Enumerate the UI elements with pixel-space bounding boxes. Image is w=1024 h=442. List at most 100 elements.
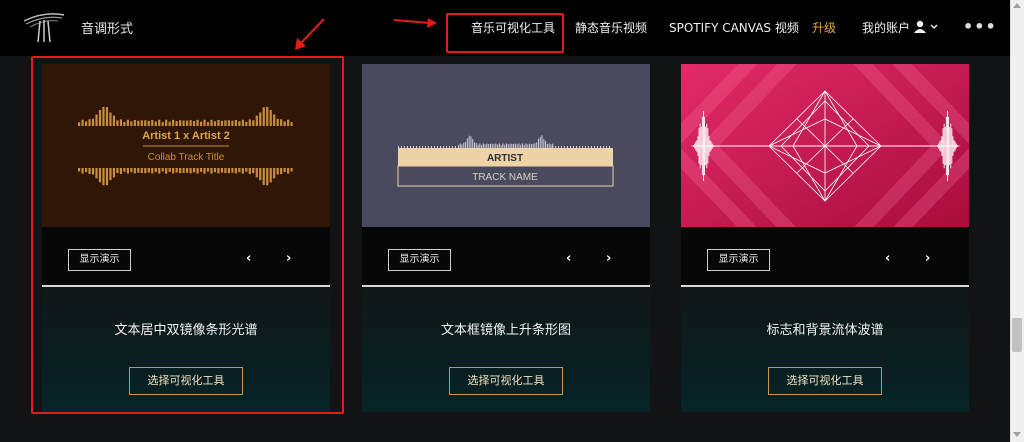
card-title: 文本框镜像上升条形图 — [440, 323, 571, 338]
select-visualizer-button[interactable]: 选择可视化工具 — [768, 367, 882, 395]
spectrum-bar — [484, 144, 486, 148]
spectrum-bar — [440, 146, 441, 148]
spectrum-bar — [534, 143, 536, 148]
spectrum-bar — [538, 138, 539, 148]
next-arrow-icon[interactable]: › — [925, 251, 930, 266]
spectrum-bar — [407, 146, 408, 148]
waveform-bar — [950, 123, 952, 169]
spectrum-bar — [509, 143, 511, 148]
spectrum-bar — [603, 146, 604, 148]
logo-icon[interactable] — [22, 9, 66, 43]
spectrum-bar — [513, 143, 515, 148]
spectrum-bar — [525, 143, 527, 148]
spectrum-bar — [482, 143, 484, 148]
spectrum-bar — [536, 142, 538, 148]
spectrum-bar — [443, 146, 444, 148]
show-demo-button[interactable]: 显示演示 — [707, 249, 770, 271]
waveform-bar — [708, 136, 710, 156]
prev-arrow-icon[interactable]: ‹ — [566, 251, 571, 266]
waveform-bar — [940, 140, 942, 152]
spectrum-bar — [522, 143, 523, 148]
waveform-bar — [697, 136, 699, 156]
spectrum-bar — [543, 139, 545, 148]
spectrum-bar — [518, 143, 520, 148]
brand-name[interactable]: 音调形式 — [81, 18, 133, 37]
page: 音调形式 音乐可视化工具 静态音乐视频 SPOTIFY CANVAS 视频 升级… — [0, 0, 1024, 442]
nav-my-account[interactable]: 我的账户 — [862, 19, 910, 36]
spectrum-bar — [449, 146, 450, 148]
spectrum-bar — [461, 144, 463, 148]
spectrum-bar — [532, 143, 534, 148]
spectrum-bar — [511, 143, 513, 148]
spectrum-bar — [504, 144, 506, 148]
spectrum-bar — [468, 135, 470, 148]
spectrum-bar — [466, 138, 468, 148]
waveform-bar — [709, 140, 711, 152]
scrollbar-thumb[interactable] — [1012, 318, 1022, 352]
spectrum-bar — [475, 143, 477, 148]
scroll-down-arrow-icon[interactable] — [1013, 432, 1021, 437]
spectrum-bar — [446, 146, 447, 148]
card-preview[interactable] — [681, 64, 969, 227]
waveform-bar — [937, 145, 938, 147]
spectrum-bar — [529, 143, 531, 148]
spectrum-bar — [410, 146, 411, 148]
waveform-bar — [949, 126, 951, 166]
select-visualizer-button[interactable]: 选择可视化工具 — [449, 367, 563, 395]
next-arrow-icon[interactable]: › — [606, 251, 611, 266]
nav-static-music-video[interactable]: 静态音乐视频 — [575, 19, 647, 36]
card-controls: 显示演示 ‹ › — [362, 227, 650, 285]
spectrum-bar — [561, 146, 562, 148]
spectrum-bar — [555, 146, 556, 148]
nav-spotify-canvas[interactable]: SPOTIFY CANVAS 视频 — [669, 19, 799, 36]
spectrum-bar — [573, 146, 574, 148]
waveform-bar — [699, 123, 701, 169]
highlight-box-nav — [446, 13, 564, 53]
card-body: 文本框镜像上升条形图 选择可视化工具 — [362, 287, 650, 412]
waveform-bar — [948, 116, 949, 176]
show-demo-button[interactable]: 显示演示 — [388, 249, 451, 271]
spectrum-bar — [422, 146, 423, 148]
spectrum-bar — [419, 146, 420, 148]
prev-arrow-icon[interactable]: ‹ — [885, 251, 890, 266]
spectrum-bar — [514, 143, 516, 148]
spectrum-bar — [597, 146, 598, 148]
spectrum-bar — [516, 144, 518, 148]
waveform-bar — [694, 143, 696, 149]
spectrum-bar — [490, 143, 491, 148]
waveform-bar — [947, 111, 948, 181]
spectrum-preview-image: ARTIST TRACK NAME — [397, 135, 614, 187]
waveform-bar — [955, 143, 957, 149]
card-body: 标志和背景流体波谱 选择可视化工具 — [681, 287, 969, 412]
card-preview[interactable]: ARTIST TRACK NAME — [362, 64, 650, 227]
waveform-bar — [695, 141, 697, 151]
user-icon[interactable] — [914, 20, 938, 34]
more-menu-icon[interactable]: ••• — [963, 17, 997, 36]
card-title: 标志和背景流体波谱 — [766, 323, 884, 338]
spectrum-bar — [486, 143, 488, 148]
waveform-bar — [942, 128, 944, 164]
spectrum-bar — [474, 142, 475, 148]
spectrum-bar — [576, 146, 577, 148]
scrollbar-track[interactable] — [1010, 0, 1024, 442]
spectrum-bar — [455, 146, 456, 148]
spectrum-bar — [567, 146, 568, 148]
spectrum-bar — [416, 146, 417, 148]
annotation-arrow-right-icon — [393, 18, 437, 28]
waveform-bar — [944, 126, 946, 166]
nav-upgrade[interactable]: 升级 — [812, 19, 836, 36]
spectrum-bar — [463, 142, 465, 148]
spectrum-bar — [472, 139, 474, 148]
visualizer-card-3: 显示演示 ‹ › 标志和背景流体波谱 选择可视化工具 — [681, 64, 969, 412]
spectrum-bar — [594, 146, 595, 148]
spectrum-bar — [491, 143, 493, 148]
spectrum-bar — [507, 144, 509, 148]
spectrum-bar — [479, 143, 481, 148]
scroll-up-arrow-icon[interactable] — [1013, 3, 1021, 8]
waveform-bar — [707, 128, 709, 164]
fluid-wave-preview-image — [681, 64, 969, 227]
spectrum-bar — [428, 146, 429, 148]
spectrum-bar — [545, 140, 547, 148]
waveform-bar — [693, 145, 694, 147]
spectrum-bar — [550, 144, 552, 148]
